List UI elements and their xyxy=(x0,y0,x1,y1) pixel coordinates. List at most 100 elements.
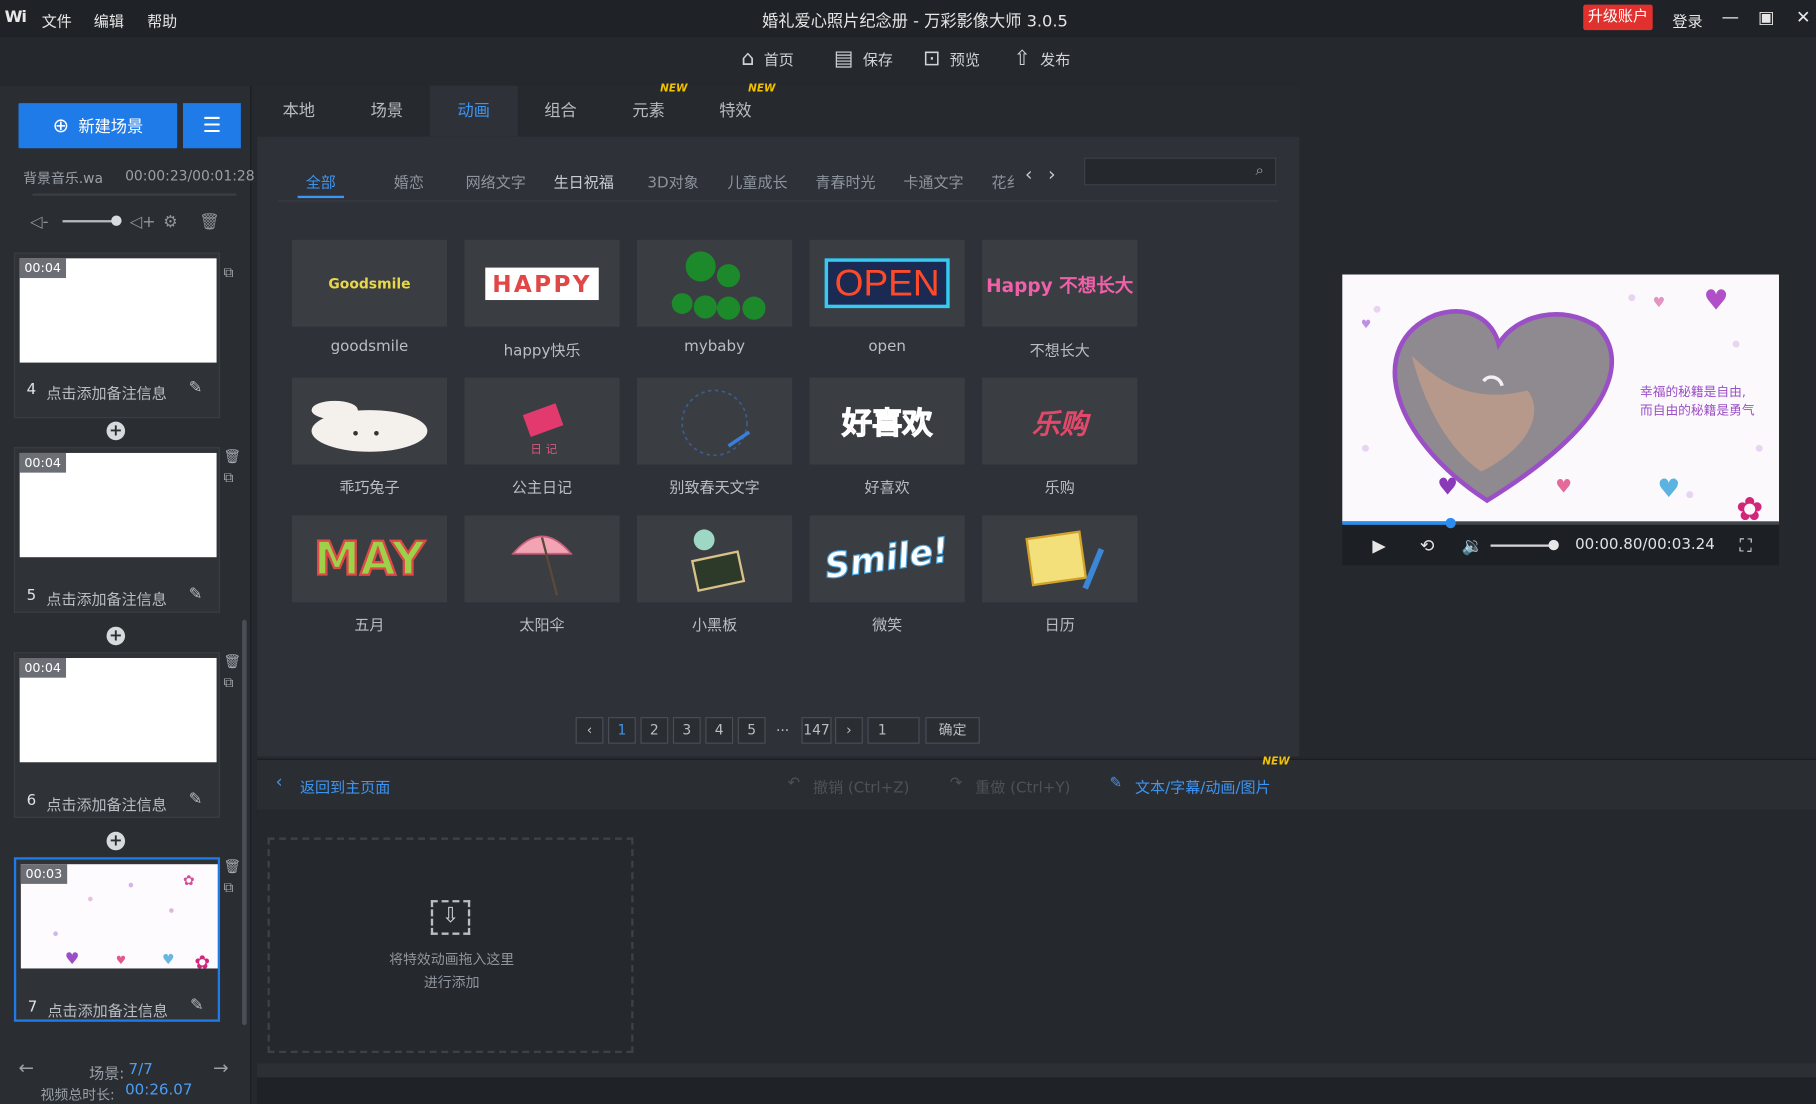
animation-happy[interactable]: HAPPY xyxy=(464,239,620,327)
replay-icon[interactable]: ⟲ xyxy=(1420,535,1435,556)
page-3-button[interactable]: 3 xyxy=(672,717,701,744)
subtab-web-text[interactable]: 网络文字 xyxy=(466,170,526,192)
chevron-right-icon[interactable]: › xyxy=(1048,163,1055,185)
animation-goodsmile[interactable]: Goodsmile xyxy=(291,239,448,327)
login-link[interactable]: 登录 xyxy=(1672,9,1702,31)
volume-icon[interactable]: 🔉 xyxy=(1462,535,1484,556)
animation-smile[interactable]: Smile! xyxy=(809,515,965,603)
search-input[interactable] xyxy=(1084,157,1277,186)
chevron-left-icon[interactable]: ‹ xyxy=(276,772,283,793)
tab-local[interactable]: 本地 xyxy=(255,86,343,137)
player-volume-knob[interactable] xyxy=(1548,539,1559,551)
publish-button[interactable]: ⇧ 发布 xyxy=(1013,46,1070,70)
page-4-button[interactable]: 4 xyxy=(705,717,734,744)
undo-icon[interactable]: ↶ xyxy=(788,775,801,792)
close-icon[interactable]: ✕ xyxy=(1792,6,1815,29)
volume-down-icon[interactable]: ◁- xyxy=(30,213,48,232)
page-2-button[interactable]: 2 xyxy=(640,717,669,744)
trash-icon[interactable]: 🗑 xyxy=(224,858,242,874)
prev-scene-icon[interactable]: ← xyxy=(19,1057,35,1079)
music-progress[interactable] xyxy=(32,193,237,196)
home-button[interactable]: ⌂ 首页 xyxy=(741,46,794,70)
copy-icon[interactable]: ⧉ xyxy=(224,879,234,896)
animation-may[interactable]: MAY xyxy=(291,515,448,603)
menu-edit[interactable]: 编辑 xyxy=(94,9,124,31)
subtab-3d[interactable]: 3D对象 xyxy=(647,170,698,192)
tab-scene[interactable]: 场景 xyxy=(343,86,431,137)
subtab-cartoon-text[interactable]: 卡通文字 xyxy=(903,170,963,192)
player-volume-slider[interactable] xyxy=(1490,544,1555,547)
next-scene-icon[interactable]: → xyxy=(213,1057,229,1079)
scene-note[interactable]: 点击添加备注信息 xyxy=(47,999,167,1020)
upgrade-account-button[interactable]: 升级账户 xyxy=(1583,4,1653,31)
edit-icon[interactable]: ✎ xyxy=(189,790,203,809)
save-button[interactable]: ▤ 保存 xyxy=(834,46,893,70)
animation-like[interactable]: 好喜欢 xyxy=(809,377,965,465)
chevron-left-icon[interactable]: ‹ xyxy=(1025,163,1032,185)
music-volume-knob[interactable] xyxy=(111,215,122,226)
new-scene-button[interactable]: ⊕ 新建场景 xyxy=(18,103,178,149)
page-last-button[interactable]: 147 xyxy=(801,717,832,744)
scene-card-4[interactable]: 00:04 4 点击添加备注信息 ✎ xyxy=(13,252,221,419)
animation-spring-text[interactable] xyxy=(636,377,793,465)
subtab-wedding[interactable]: 婚恋 xyxy=(394,170,424,192)
gear-icon[interactable]: ⚙ xyxy=(163,213,178,232)
play-icon[interactable]: ▶ xyxy=(1372,535,1385,556)
trash-icon[interactable]: 🗑 xyxy=(199,213,220,232)
timeline-scrollbar[interactable] xyxy=(257,1063,1816,1078)
redo-button[interactable]: 重做 (Ctrl+Y) xyxy=(975,775,1070,797)
scene-card-7[interactable]: ♥ ♥ ♥ ✿ ✿ 00:03 7 点击添加备注信息 ✎ xyxy=(13,857,221,1022)
subtab-birthday[interactable]: 生日祝福 xyxy=(554,170,614,192)
page-jump-input[interactable]: 1 xyxy=(867,717,920,744)
animation-parasol[interactable] xyxy=(464,515,620,603)
subtab-flowers[interactable]: 花纟 xyxy=(991,170,1021,192)
menu-help[interactable]: 帮助 xyxy=(147,9,177,31)
trash-icon[interactable]: 🗑 xyxy=(224,653,242,669)
playback-knob[interactable] xyxy=(1445,517,1456,529)
scene-scrollbar[interactable] xyxy=(242,619,247,1026)
page-next-button[interactable]: › xyxy=(835,717,863,744)
animation-calendar[interactable] xyxy=(982,515,1138,603)
page-1-button[interactable]: 1 xyxy=(608,717,636,744)
scene-card-6[interactable]: 00:04 6 点击添加备注信息 ✎ xyxy=(13,652,221,818)
animation-dont-want-grow-up[interactable]: Happy 不想长大 xyxy=(982,239,1138,327)
page-5-button[interactable]: 5 xyxy=(737,717,766,744)
tab-combo[interactable]: 组合 xyxy=(517,86,605,137)
undo-button[interactable]: 撤销 (Ctrl+Z) xyxy=(813,775,909,797)
animation-shopping[interactable]: 乐购 xyxy=(982,377,1138,465)
add-scene-button[interactable]: + xyxy=(106,831,126,851)
add-scene-button[interactable]: + xyxy=(106,421,126,441)
scene-note[interactable]: 点击添加备注信息 xyxy=(46,381,166,403)
animation-open[interactable]: OPEN xyxy=(809,239,965,327)
preview-button[interactable]: ⊡ 预览 xyxy=(923,46,980,70)
volume-up-icon[interactable]: ◁+ xyxy=(130,213,156,232)
subtab-all[interactable]: 全部 xyxy=(306,170,336,192)
maximize-icon[interactable]: ▣ xyxy=(1755,6,1778,29)
scene-card-5[interactable]: 00:04 5 点击添加备注信息 ✎ xyxy=(13,447,221,613)
back-to-main-link[interactable]: 返回到主页面 xyxy=(300,775,390,797)
edit-icon[interactable]: ✎ xyxy=(189,585,203,604)
edit-icon[interactable]: ✎ xyxy=(190,996,204,1015)
trash-icon[interactable]: 🗑 xyxy=(224,448,242,464)
scene-note[interactable]: 点击添加备注信息 xyxy=(46,792,166,814)
minimize-icon[interactable]: — xyxy=(1719,6,1742,29)
animation-princess-diary[interactable]: 日 记 xyxy=(464,377,620,465)
redo-icon[interactable]: ↷ xyxy=(950,775,963,792)
animation-mybaby[interactable] xyxy=(636,239,793,327)
page-confirm-button[interactable]: 确定 xyxy=(925,717,980,744)
menu-file[interactable]: 文件 xyxy=(42,9,72,31)
copy-icon[interactable]: ⧉ xyxy=(224,264,234,281)
scene-note[interactable]: 点击添加备注信息 xyxy=(46,587,166,609)
subtab-kids[interactable]: 儿童成长 xyxy=(727,170,787,192)
fullscreen-icon[interactable]: ⛶ xyxy=(1740,535,1752,556)
effect-drop-zone[interactable] xyxy=(267,837,634,1054)
edit-icon[interactable]: ✎ xyxy=(189,379,203,398)
tab-animation[interactable]: 动画 xyxy=(429,85,518,137)
subtab-youth[interactable]: 青春时光 xyxy=(815,170,875,192)
pencil-icon[interactable]: ✎ xyxy=(1110,775,1123,792)
text-tool-link[interactable]: 文本/字幕/动画/图片 xyxy=(1135,775,1271,797)
copy-icon[interactable]: ⧉ xyxy=(224,469,234,486)
animation-blackboard[interactable] xyxy=(636,515,793,603)
search-icon[interactable]: ⌕ xyxy=(1255,162,1263,179)
page-prev-button[interactable]: ‹ xyxy=(575,717,604,744)
